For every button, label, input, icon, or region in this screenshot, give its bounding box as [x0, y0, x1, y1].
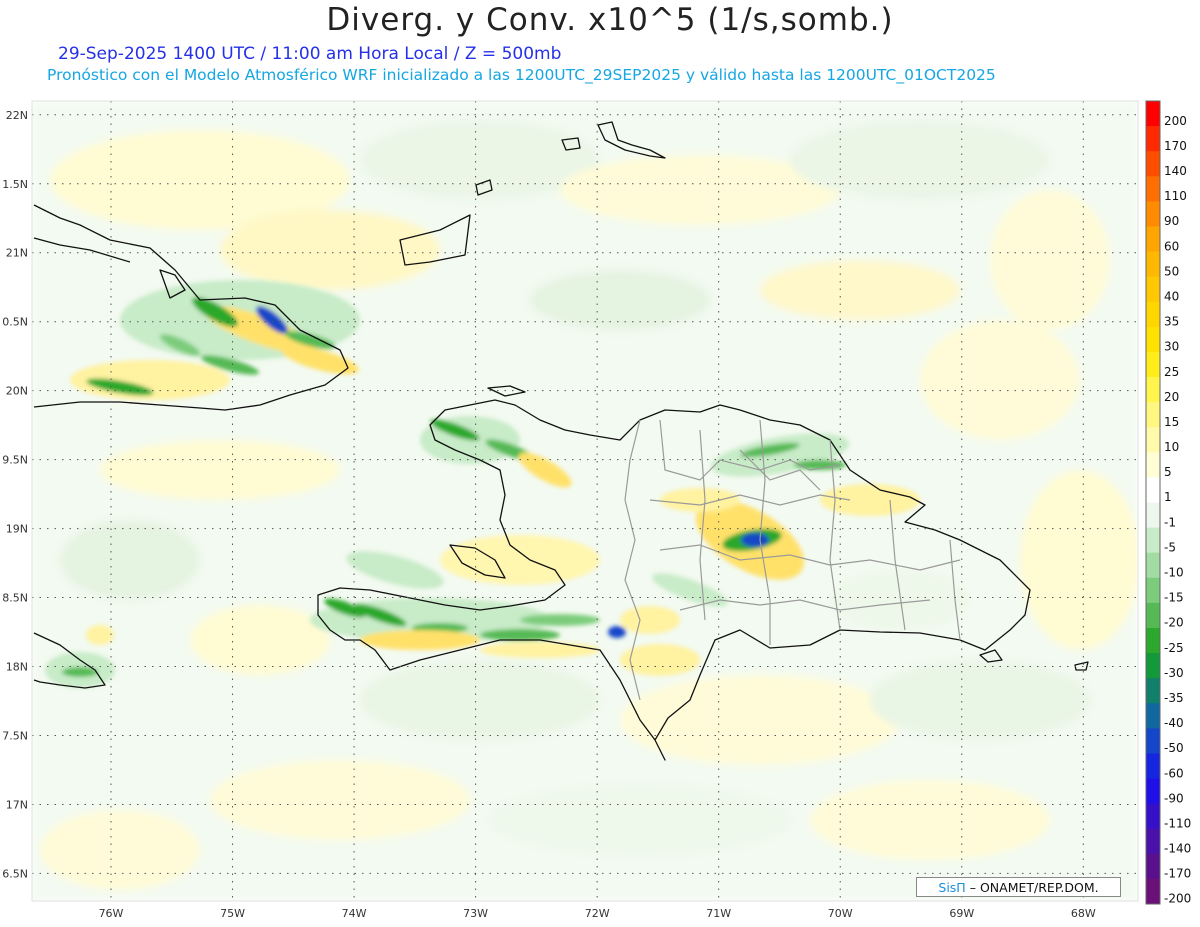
colorbar-label: 140 [1164, 164, 1187, 178]
lat-label: 1.5N [2, 178, 28, 191]
lon-label: 73W [463, 907, 488, 920]
colorbar-swatch [1146, 176, 1160, 202]
lat-label: 6.5N [2, 867, 28, 880]
colorbar-swatch [1146, 276, 1160, 303]
colorbar-swatch [1146, 853, 1160, 880]
colorbar-swatch [1146, 577, 1160, 604]
plot-area [31, 100, 1139, 902]
colorbar-label: 10 [1164, 440, 1179, 454]
colorbar-label: 15 [1164, 415, 1179, 429]
colorbar-swatch [1146, 226, 1160, 253]
lon-label: 70W [828, 907, 853, 920]
lon-label: 75W [220, 907, 245, 920]
colorbar-swatch [1146, 552, 1160, 579]
colorbar-label: -140 [1164, 842, 1191, 856]
credit-brand: SisΠ [938, 879, 966, 895]
lon-label: 74W [342, 907, 367, 920]
colorbar-swatch [1146, 101, 1160, 127]
lon-label: 76W [99, 907, 124, 920]
colorbar-label: -1 [1164, 515, 1176, 529]
lat-label: 8.5N [2, 592, 28, 605]
colorbar-label: -40 [1164, 716, 1184, 730]
colorbar-swatch [1146, 402, 1160, 428]
colorbar-swatch [1146, 753, 1160, 780]
colorbar-label: -5 [1164, 540, 1176, 554]
colorbar-label: -20 [1164, 616, 1184, 630]
colorbar-swatch [1146, 201, 1160, 227]
colorbar-swatch [1146, 326, 1160, 353]
colorbar-swatch [1146, 527, 1160, 554]
colorbar-label: 40 [1164, 289, 1179, 303]
colorbar-swatch [1146, 126, 1160, 152]
colorbar-label: 5 [1164, 465, 1172, 479]
colorbar-label: -25 [1164, 641, 1184, 655]
lon-label: 71W [706, 907, 731, 920]
colorbar-swatch [1146, 351, 1160, 378]
colorbar-swatch [1146, 477, 1160, 503]
divergence-field [32, 101, 1138, 901]
colorbar-label: 110 [1164, 189, 1187, 203]
colorbar-swatch [1146, 803, 1160, 830]
colorbar-label: -10 [1164, 566, 1184, 580]
colorbar-label: -15 [1164, 591, 1184, 605]
colorbar-label: -170 [1164, 867, 1191, 881]
credit-org: ONAMET/REP.DOM. [979, 879, 1099, 895]
credit-box: SisΠ – ONAMET/REP.DOM. [916, 877, 1121, 897]
colorbar-label: -35 [1164, 691, 1184, 705]
colorbar-label: -110 [1164, 816, 1191, 830]
lat-label: 9.5N [2, 454, 28, 467]
colorbar-label: 30 [1164, 340, 1179, 354]
colorbar-label: 50 [1164, 264, 1179, 278]
colorbar-label: 60 [1164, 239, 1179, 253]
colorbar-label: -50 [1164, 741, 1184, 755]
lat-label: 18N [6, 661, 28, 674]
lon-label: 68W [1071, 907, 1096, 920]
colorbar-label: 20 [1164, 390, 1179, 404]
lat-label: 0.5N [2, 316, 28, 329]
colorbar-swatch [1146, 502, 1160, 529]
colorbar-swatch [1146, 602, 1160, 629]
lat-label: 22N [6, 109, 28, 122]
colorbar-label: -90 [1164, 791, 1184, 805]
colorbar-swatch [1146, 151, 1160, 177]
lat-label: 21N [6, 247, 28, 260]
colorbar-swatch [1146, 301, 1160, 328]
colorbar-swatch [1146, 878, 1160, 905]
lon-label: 69W [949, 907, 974, 920]
colorbar-label: -200 [1164, 892, 1191, 906]
colorbar-swatch [1146, 678, 1160, 704]
credit-separator: – [969, 879, 976, 895]
colorbar-swatch [1146, 728, 1160, 754]
map-canvas: 22N 1.5N 21N 0.5N 20N 9.5N 19N 8.5N 18N 7.5N 17N 6.… [2, 100, 1191, 920]
colorbar-label: -30 [1164, 666, 1184, 680]
colorbar-swatch [1146, 828, 1160, 855]
longitude-labels: 76W 75W 74W 73W 72W 71W 70W 69W 68W [99, 907, 1096, 920]
latitude-labels: 22N 1.5N 21N 0.5N 20N 9.5N 19N 8.5N 18N 7.5N 17N 6.… [2, 109, 28, 881]
lat-label: 7.5N [2, 729, 28, 742]
colorbar-label: 1 [1164, 490, 1172, 504]
lat-label: 20N [6, 385, 28, 398]
lat-label: 17N [6, 798, 28, 811]
colorbar-label: 35 [1164, 315, 1179, 329]
lat-label: 19N [6, 523, 28, 536]
colorbar-label: 25 [1164, 365, 1179, 379]
colorbar-swatch [1146, 653, 1160, 679]
colorbar-label: -60 [1164, 766, 1184, 780]
colorbar-swatch [1146, 427, 1160, 453]
colorbar-swatch [1146, 703, 1160, 729]
colorbar-label: 170 [1164, 139, 1187, 153]
lon-label: 72W [585, 907, 610, 920]
colorbar-swatch [1146, 778, 1160, 805]
colorbar-swatch [1146, 452, 1160, 478]
colorbar-label: 90 [1164, 214, 1179, 228]
colorbar-swatch [1146, 251, 1160, 278]
colorbar: 200 170 140 110 90 60 50 40 35 30 25 20 15 10 5 1 -1 -5 -1… [1145, 100, 1191, 906]
colorbar-label: 200 [1164, 114, 1187, 128]
colorbar-swatch [1146, 627, 1160, 654]
colorbar-swatch [1146, 377, 1160, 403]
